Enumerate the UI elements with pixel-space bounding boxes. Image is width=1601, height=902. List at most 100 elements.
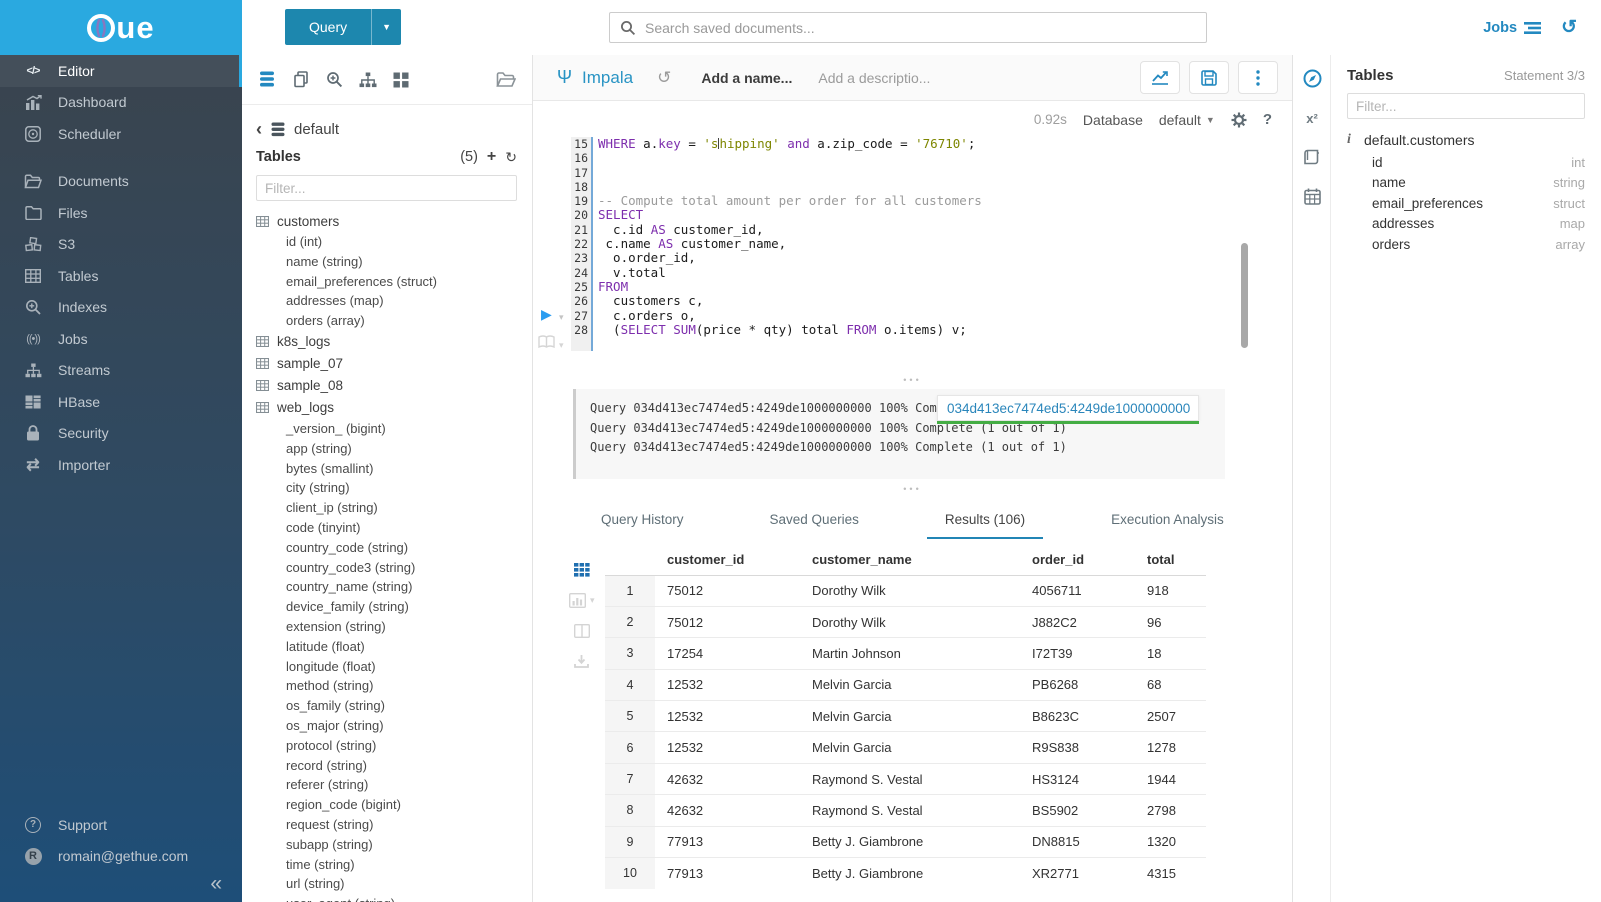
sidebar-footer-support[interactable]: ?Support xyxy=(0,809,242,841)
cell[interactable]: 75012 xyxy=(655,575,800,606)
cell[interactable]: Raymond S. Vestal xyxy=(800,763,1020,794)
cell[interactable]: 1944 xyxy=(1135,763,1206,794)
cell[interactable]: 1278 xyxy=(1135,732,1206,763)
cell[interactable]: 68 xyxy=(1135,669,1206,700)
presentation-caret-icon[interactable]: ▾ xyxy=(559,340,564,351)
db-column[interactable]: _version_ (bigint) xyxy=(256,419,517,439)
editor-scrollbar[interactable] xyxy=(1241,243,1248,348)
cell[interactable]: I72T39 xyxy=(1020,638,1135,669)
back-chevron-icon[interactable]: ‹ xyxy=(256,120,262,138)
cell[interactable]: Melvin Garcia xyxy=(800,669,1020,700)
active-table-name[interactable]: default.customers xyxy=(1364,132,1475,148)
db-column[interactable]: record (string) xyxy=(256,756,517,776)
db-column[interactable]: url (string) xyxy=(256,874,517,894)
db-breadcrumb[interactable]: ‹ default xyxy=(256,117,517,141)
db-table-k8s_logs[interactable]: k8s_logs xyxy=(256,331,517,353)
sidebar-item-jobs[interactable]: ((•))Jobs xyxy=(0,323,242,355)
settings-gear-icon[interactable] xyxy=(1231,112,1247,128)
query-id-popover[interactable]: 034d413ec7474ed5:4249de1000000000 xyxy=(937,395,1199,421)
databases-icon[interactable] xyxy=(258,71,276,88)
db-column[interactable]: referer (string) xyxy=(256,775,517,795)
cell[interactable]: 918 xyxy=(1135,575,1206,606)
cell[interactable]: R9S838 xyxy=(1020,732,1135,763)
sidebar-item-hbase[interactable]: HBase xyxy=(0,386,242,418)
cell[interactable]: HS3124 xyxy=(1020,763,1135,794)
db-column[interactable]: orders (array) xyxy=(256,311,517,331)
table-column-orders[interactable]: ordersarray xyxy=(1347,234,1585,255)
db-column[interactable]: extension (string) xyxy=(256,617,517,637)
add-table-icon[interactable]: + xyxy=(487,148,496,166)
db-column[interactable]: region_code (bigint) xyxy=(256,795,517,815)
query-history-icon[interactable]: ↺ xyxy=(1561,16,1577,39)
db-column[interactable]: client_ip (string) xyxy=(256,498,517,518)
cell[interactable]: BS5902 xyxy=(1020,795,1135,826)
db-table-customers[interactable]: customers xyxy=(256,210,517,232)
cell[interactable]: B8623C xyxy=(1020,701,1135,732)
sidebar-item-tables[interactable]: Tables xyxy=(0,260,242,292)
cell[interactable]: 2798 xyxy=(1135,795,1206,826)
sidebar-item-documents[interactable]: Documents xyxy=(0,166,242,198)
code-line[interactable]: 24 v.total xyxy=(533,266,1292,280)
cell[interactable]: 77913 xyxy=(655,826,800,857)
db-column[interactable]: time (string) xyxy=(256,855,517,875)
engine-label[interactable]: Impala xyxy=(582,68,633,88)
cell[interactable]: Dorothy Wilk xyxy=(800,575,1020,606)
grid-view-icon[interactable] xyxy=(574,563,590,577)
query-button-label[interactable]: Query xyxy=(285,9,371,45)
db-column[interactable]: subapp (string) xyxy=(256,835,517,855)
refresh-tables-icon[interactable]: ↻ xyxy=(505,149,517,166)
save-button[interactable] xyxy=(1189,61,1229,94)
search-input[interactable] xyxy=(645,20,1196,36)
cell[interactable]: Betty J. Giambrone xyxy=(800,826,1020,857)
db-column[interactable]: country_code (string) xyxy=(256,538,517,558)
cell[interactable]: 2507 xyxy=(1135,701,1206,732)
download-icon[interactable] xyxy=(574,654,589,669)
cell[interactable]: 17254 xyxy=(655,638,800,669)
table-row[interactable]: 1077913Betty J. GiambroneXR27714315 xyxy=(605,858,1206,889)
table-row[interactable]: 317254Martin JohnsonI72T3918 xyxy=(605,638,1206,669)
cell[interactable]: 96 xyxy=(1135,606,1206,637)
code-line[interactable] xyxy=(533,337,1292,351)
db-table-sample_07[interactable]: sample_07 xyxy=(256,353,517,375)
cell[interactable]: Martin Johnson xyxy=(800,638,1020,669)
editor-assistant-icon[interactable] xyxy=(1303,69,1322,88)
column-header-total[interactable]: total xyxy=(1135,545,1206,575)
table-row[interactable]: 175012Dorothy Wilk4056711918 xyxy=(605,575,1206,606)
tab-saved-queries[interactable]: Saved Queries xyxy=(752,503,877,539)
db-column[interactable]: country_code3 (string) xyxy=(256,558,517,578)
cell[interactable]: 12532 xyxy=(655,701,800,732)
code-line[interactable]: 28 (SELECT SUM(price * qty) total FROM o… xyxy=(533,323,1292,337)
open-folder-icon[interactable] xyxy=(496,71,516,88)
cell[interactable]: Melvin Garcia xyxy=(800,701,1020,732)
hue-logo[interactable]: ue xyxy=(0,0,242,55)
right-panel-filter-input[interactable] xyxy=(1347,93,1585,119)
help-icon[interactable]: ? xyxy=(1263,111,1272,128)
table-column-addresses[interactable]: addressesmap xyxy=(1347,214,1585,235)
db-column[interactable]: code (tinyint) xyxy=(256,518,517,538)
db-column[interactable]: method (string) xyxy=(256,676,517,696)
code-line[interactable]: 22 c.name AS customer_name, xyxy=(533,237,1292,251)
functions-icon[interactable]: x² xyxy=(1306,111,1318,126)
db-column[interactable]: email_preferences (struct) xyxy=(256,272,517,292)
table-row[interactable]: 412532Melvin GarciaPB626868 xyxy=(605,669,1206,700)
sitemap-icon[interactable] xyxy=(359,72,377,88)
table-column-id[interactable]: idint xyxy=(1347,152,1585,173)
code-line[interactable]: 21 c.id AS customer_id, xyxy=(533,223,1292,237)
column-header-customer_id[interactable]: customer_id xyxy=(655,545,800,575)
info-icon[interactable]: i xyxy=(1347,132,1355,148)
table-row[interactable]: 977913Betty J. GiambroneDN88151320 xyxy=(605,826,1206,857)
db-column[interactable]: os_major (string) xyxy=(256,716,517,736)
sidebar-collapse-button[interactable]: « xyxy=(210,872,222,896)
cell[interactable]: 42632 xyxy=(655,763,800,794)
code-line[interactable]: 18 xyxy=(533,180,1292,194)
table-row[interactable]: 842632Raymond S. VestalBS59022798 xyxy=(605,795,1206,826)
apps-grid-icon[interactable] xyxy=(393,72,409,88)
cell[interactable]: J882C2 xyxy=(1020,606,1135,637)
sidebar-item-dashboard[interactable]: Dashboard xyxy=(0,87,242,119)
language-reference-icon[interactable] xyxy=(1303,149,1321,165)
db-column[interactable]: device_family (string) xyxy=(256,597,517,617)
table-column-name[interactable]: namestring xyxy=(1347,173,1585,194)
code-line[interactable]: 16 xyxy=(533,151,1292,165)
document-description-field[interactable]: Add a descriptio... xyxy=(818,70,930,86)
cell[interactable]: Raymond S. Vestal xyxy=(800,795,1020,826)
